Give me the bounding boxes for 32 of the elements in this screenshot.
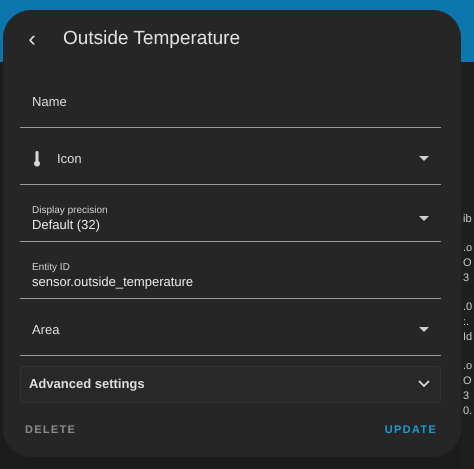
background-text: O [462,256,473,271]
input-field[interactable]: Name [20,76,441,128]
field-label: Display precision [32,204,108,217]
field-label: Entity ID [32,262,71,274]
input-field[interactable]: Entity ID sensor.outside_temperature [20,248,441,299]
background-text: .0 [462,300,474,315]
select-field[interactable]: Display precision Default (32) [20,190,441,242]
field-label: Area [32,320,60,339]
background-text: .o [462,359,474,374]
background-text: 0. [462,404,474,419]
select-field[interactable]: Icon [20,134,441,185]
field-value: Default (32) [32,216,101,233]
back-button[interactable]: ‹ [23,28,41,50]
dropdown-caret-icon [419,327,429,332]
field-value: sensor.outside_temperature [32,274,194,290]
advanced-settings-panel[interactable]: Advanced settings [20,366,441,403]
background-text: O [462,374,473,389]
dropdown-caret-icon [419,156,429,162]
dialog-title: Outside Temperature [63,27,240,52]
background-text: 3 [462,389,470,404]
dropdown-caret-icon [419,216,429,222]
field-label: Name [32,92,67,111]
background-text: :. [462,315,470,330]
select-field[interactable]: Area [20,304,441,356]
delete-button[interactable]: DELETE [25,418,76,442]
background-text: .o [462,241,474,256]
background-text: Id [462,330,474,345]
background-text: 3 [462,271,470,286]
background-text: ib [462,212,473,227]
update-button[interactable]: UPDATE [384,418,437,442]
field-label: Icon [57,150,82,168]
advanced-settings-label: Advanced settings [29,375,145,394]
